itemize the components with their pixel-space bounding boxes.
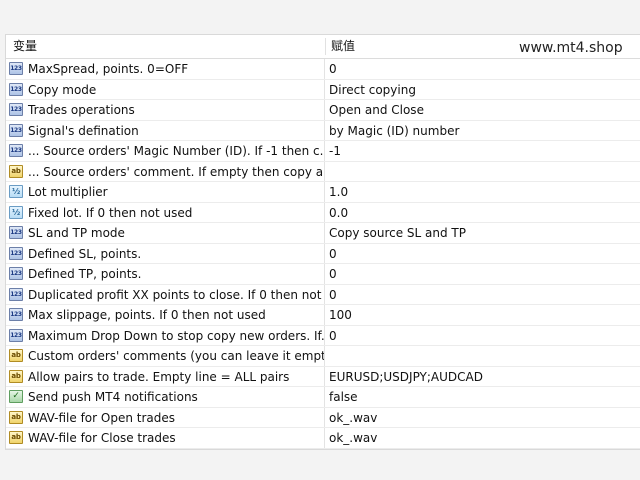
variable-cell[interactable]: ab WAV-file for Open trades <box>6 407 325 427</box>
variable-label: Allow pairs to trade. Empty line = ALL p… <box>28 369 290 384</box>
table-row[interactable]: 123 Defined SL, points. 0 <box>6 243 640 264</box>
value-cell[interactable]: Direct copying <box>329 80 416 100</box>
variable-label: WAV-file for Open trades <box>28 410 175 425</box>
variable-cell[interactable]: ab WAV-file for Close trades <box>6 428 325 448</box>
integer-type-icon: 123 <box>9 308 23 321</box>
variable-cell[interactable]: ½ Lot multiplier <box>6 182 325 202</box>
table-row[interactable]: 123 SL and TP mode Copy source SL and TP <box>6 223 640 244</box>
variable-cell[interactable]: 123 ... Source orders' Magic Number (ID).… <box>6 141 325 161</box>
variable-column-header[interactable]: 变量 <box>13 35 37 58</box>
variable-label: Defined SL, points. <box>28 246 142 261</box>
variable-cell[interactable]: 123 MaxSpread, points. 0=OFF <box>6 59 325 79</box>
table-row[interactable]: 123 Maximum Drop Down to stop copy new or… <box>6 325 640 346</box>
string-type-icon: ab <box>9 369 23 383</box>
variable-cell[interactable]: ✓ Send push MT4 notifications <box>6 387 325 407</box>
string-type-icon: ab <box>9 410 23 424</box>
value-cell[interactable]: 0.0 <box>329 203 348 223</box>
variable-label: Maximum Drop Down to stop copy new order… <box>28 328 325 343</box>
variable-cell[interactable]: 123 Defined TP, points. <box>6 264 325 284</box>
variable-label: Duplicated profit XX points to close. If… <box>28 287 325 302</box>
integer-type-icon: 123 <box>9 246 23 260</box>
value-cell[interactable]: 0 <box>329 285 337 305</box>
variable-cell[interactable]: ab Custom orders' comments (you can leave… <box>6 346 325 366</box>
variable-cell[interactable]: 123 SL and TP mode <box>6 223 325 243</box>
value-cell[interactable]: 1.0 <box>329 182 348 202</box>
table-row[interactable]: 123 Trades operations Open and Close <box>6 100 640 121</box>
variable-label: Defined TP, points. <box>28 267 142 281</box>
variable-cell[interactable]: 123 Signal's defination <box>6 120 325 140</box>
integer-type-icon: 123 <box>9 287 23 301</box>
variable-label: Custom orders' comments (you can leave i… <box>28 349 325 363</box>
value-cell[interactable]: ok_.wav <box>329 428 377 448</box>
value-cell[interactable]: false <box>329 387 358 407</box>
variable-label: MaxSpread, points. 0=OFF <box>28 62 189 76</box>
double-type-icon: ½ <box>9 205 23 219</box>
variable-cell[interactable]: 123 Copy mode <box>6 79 325 99</box>
variable-label: Copy mode <box>28 82 97 97</box>
variable-label: WAV-file for Close trades <box>28 431 176 445</box>
inputs-table: 变量 赋值 123 MaxSpread, points. 0=OFF 0 123 Cop… <box>5 34 640 450</box>
variable-label: Lot multiplier <box>28 185 108 199</box>
variable-label: Max slippage, points. If 0 then not used <box>28 308 266 322</box>
table-row[interactable]: ✓ Send push MT4 notifications false <box>6 387 640 408</box>
table-body: 123 MaxSpread, points. 0=OFF 0 123 Copy mode… <box>6 59 640 449</box>
variable-label: Send push MT4 notifications <box>28 390 198 404</box>
value-cell[interactable]: Open and Close <box>329 100 424 120</box>
table-row[interactable]: ab WAV-file for Close trades ok_.wav <box>6 428 640 449</box>
integer-type-icon: 123 <box>9 103 23 116</box>
value-cell[interactable]: 100 <box>329 305 352 325</box>
table-row[interactable]: ab ... Source orders' comment. If empty t… <box>6 161 640 182</box>
table-row[interactable]: 123 MaxSpread, points. 0=OFF 0 <box>6 59 640 80</box>
watermark: www.mt4.shop <box>517 40 625 56</box>
value-cell[interactable]: 0 <box>329 326 337 346</box>
string-type-icon: ab <box>9 164 23 178</box>
table-row[interactable]: ab WAV-file for Open trades ok_.wav <box>6 407 640 428</box>
table-row[interactable]: 123 Copy mode Direct copying <box>6 79 640 100</box>
double-type-icon: ½ <box>9 185 23 198</box>
integer-type-icon: 123 <box>9 328 23 342</box>
table-row[interactable]: ½ Lot multiplier 1.0 <box>6 182 640 203</box>
integer-type-icon: 123 <box>9 226 23 239</box>
value-column-header[interactable]: 赋值 <box>331 35 355 58</box>
variable-cell[interactable]: 123 Defined SL, points. <box>6 243 325 263</box>
variable-label: ... Source orders' comment. If empty the… <box>28 164 325 179</box>
bool-type-icon: ✓ <box>9 390 23 403</box>
value-cell[interactable]: EURUSD;USDJPY;AUDCAD <box>329 367 483 387</box>
variable-label: Signal's defination <box>28 123 139 138</box>
table-row[interactable]: 123 Defined TP, points. 0 <box>6 264 640 285</box>
value-cell[interactable]: 0 <box>329 244 337 264</box>
value-cell[interactable]: 0 <box>329 264 337 284</box>
value-cell[interactable]: by Magic (ID) number <box>329 121 459 141</box>
value-cell[interactable]: ok_.wav <box>329 408 377 428</box>
variable-cell[interactable]: 123 Max slippage, points. If 0 then not u… <box>6 305 325 325</box>
table-row[interactable]: ½ Fixed lot. If 0 then not used 0.0 <box>6 202 640 223</box>
variable-cell[interactable]: ½ Fixed lot. If 0 then not used <box>6 202 325 222</box>
integer-type-icon: 123 <box>9 62 23 75</box>
value-cell[interactable]: 0 <box>329 59 337 79</box>
variable-cell[interactable]: ab Allow pairs to trade. Empty line = ALL… <box>6 366 325 386</box>
table-row[interactable]: ab Custom orders' comments (you can leave… <box>6 346 640 367</box>
string-type-icon: ab <box>9 431 23 444</box>
table-row[interactable]: 123 Duplicated profit XX points to close.… <box>6 284 640 305</box>
integer-type-icon: 123 <box>9 123 23 137</box>
value-cell[interactable]: Copy source SL and TP <box>329 223 466 243</box>
variable-cell[interactable]: 123 Maximum Drop Down to stop copy new or… <box>6 325 325 345</box>
table-row[interactable]: 123 Max slippage, points. If 0 then not u… <box>6 305 640 326</box>
table-row[interactable]: ab Allow pairs to trade. Empty line = ALL… <box>6 366 640 387</box>
column-divider[interactable] <box>325 38 326 55</box>
integer-type-icon: 123 <box>9 82 23 96</box>
variable-label: Fixed lot. If 0 then not used <box>28 205 193 220</box>
integer-type-icon: 123 <box>9 267 23 280</box>
value-cell[interactable]: -1 <box>329 141 341 161</box>
variable-label: SL and TP mode <box>28 226 125 240</box>
string-type-icon: ab <box>9 349 23 362</box>
variable-label: ... Source orders' Magic Number (ID). If… <box>28 144 325 158</box>
integer-type-icon: 123 <box>9 144 23 157</box>
variable-cell[interactable]: 123 Trades operations <box>6 100 325 120</box>
variable-cell[interactable]: ab ... Source orders' comment. If empty t… <box>6 161 325 181</box>
table-row[interactable]: 123 Signal's defination by Magic (ID) numb… <box>6 120 640 141</box>
variable-label: Trades operations <box>28 103 135 117</box>
variable-cell[interactable]: 123 Duplicated profit XX points to close.… <box>6 284 325 304</box>
table-row[interactable]: 123 ... Source orders' Magic Number (ID).… <box>6 141 640 162</box>
